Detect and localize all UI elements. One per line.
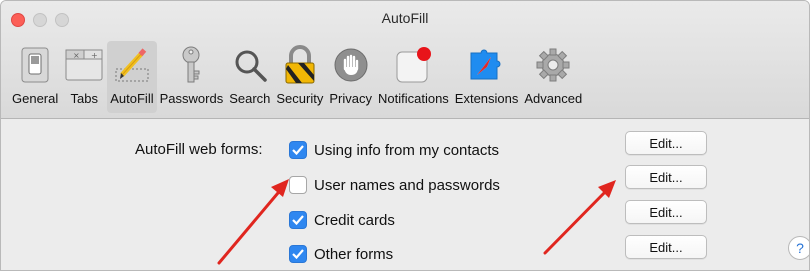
tab-extensions-label: Extensions — [454, 91, 519, 106]
titlebar: AutoFill General × + Tabs AutoFill Passw… — [1, 1, 809, 119]
window-title: AutoFill — [381, 10, 429, 26]
key-icon — [171, 45, 211, 85]
option-other-forms[interactable]: Other forms — [289, 243, 393, 265]
edit-contacts-button[interactable]: Edit... — [625, 131, 707, 155]
option-contacts[interactable]: Using info from my contacts — [289, 139, 499, 161]
checkmark-icon — [292, 249, 304, 259]
notification-badge-icon — [393, 45, 433, 85]
tab-general-label: General — [12, 91, 59, 106]
usernames-passwords-label: User names and passwords — [314, 176, 500, 194]
edit-other-forms-button[interactable]: Edit... — [625, 235, 707, 259]
tab-autofill-label: AutoFill — [110, 91, 154, 106]
tab-privacy[interactable]: Privacy — [326, 41, 375, 113]
tab-tabs-label: Tabs — [70, 91, 98, 106]
option-usernames-passwords[interactable]: User names and passwords — [289, 174, 500, 196]
tabs-icon: × + — [64, 45, 104, 85]
tab-autofill[interactable]: AutoFill — [107, 41, 157, 113]
switch-icon — [15, 45, 55, 85]
edit-passwords-button[interactable]: Edit... — [625, 165, 707, 189]
gear-icon — [533, 45, 573, 85]
checkmark-icon — [292, 145, 304, 155]
help-button[interactable]: ? — [788, 236, 809, 260]
pencil-form-icon — [112, 45, 152, 85]
magnifier-icon — [230, 45, 270, 85]
contacts-checkbox[interactable] — [289, 141, 307, 159]
tab-advanced-label: Advanced — [524, 91, 583, 106]
tab-security[interactable]: Security — [273, 41, 326, 113]
tab-privacy-label: Privacy — [329, 91, 372, 106]
autofill-web-forms-label: AutoFill web forms: — [135, 141, 263, 158]
preferences-toolbar: General × + Tabs AutoFill Passwords Sear… — [9, 41, 585, 115]
tab-passwords-label: Passwords — [159, 91, 224, 106]
checkmark-icon — [292, 215, 304, 225]
puzzle-compass-icon — [467, 45, 507, 85]
tab-security-label: Security — [276, 91, 324, 106]
tab-search-label: Search — [229, 91, 271, 106]
other-forms-checkbox[interactable] — [289, 245, 307, 263]
tab-advanced[interactable]: Advanced — [521, 41, 585, 113]
tab-tabs[interactable]: × + Tabs — [61, 41, 107, 113]
tab-notifications-label: Notifications — [377, 91, 449, 106]
contacts-label: Using info from my contacts — [314, 141, 500, 159]
svg-text:+: + — [91, 51, 98, 60]
usernames-passwords-checkbox[interactable] — [289, 176, 307, 194]
tab-passwords[interactable]: Passwords — [157, 41, 227, 113]
tab-extensions[interactable]: Extensions — [452, 41, 522, 113]
credit-cards-checkbox[interactable] — [289, 211, 307, 229]
option-credit-cards[interactable]: Credit cards — [289, 209, 395, 231]
tab-notifications[interactable]: Notifications — [375, 41, 452, 113]
edit-credit-cards-button[interactable]: Edit... — [625, 200, 707, 224]
svg-text:×: × — [73, 51, 80, 60]
tab-search[interactable]: Search — [226, 41, 273, 113]
preferences-window: AutoFill General × + Tabs AutoFill Passw… — [0, 0, 810, 271]
other-forms-label: Other forms — [314, 245, 394, 263]
credit-cards-label: Credit cards — [314, 211, 395, 229]
autofill-pane: AutoFill web forms: Using info from my c… — [1, 119, 809, 270]
padlock-icon — [280, 45, 320, 85]
hand-icon — [331, 45, 371, 85]
tab-general[interactable]: General — [9, 41, 61, 113]
